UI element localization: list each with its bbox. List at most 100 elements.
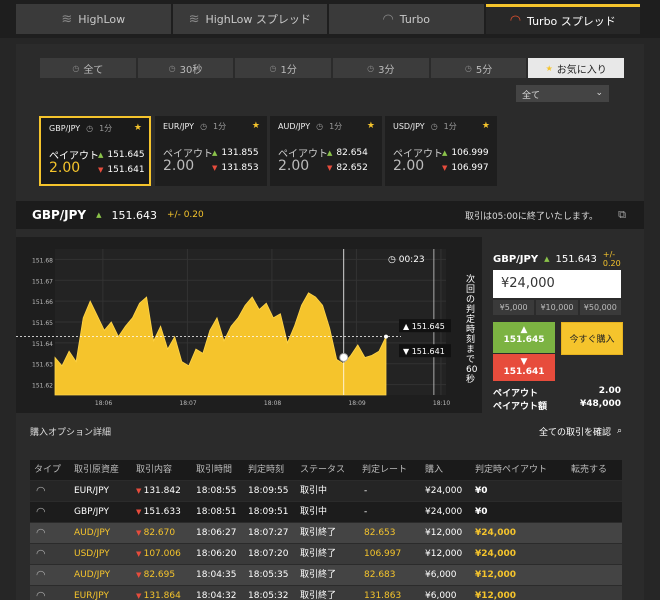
star-icon[interactable]: ★ (252, 121, 260, 131)
row-judge-time: 18:07:27 (248, 528, 289, 538)
clock-icon: ◷ (316, 122, 324, 131)
chevron-down-icon: ⌄ (595, 88, 603, 98)
price-chart[interactable]: 151.68 151.67 151.66 151.65 151.64 151.63 151.… (16, 237, 482, 413)
x-tick-label: 18:09 (348, 400, 365, 407)
card-down-price: ▼ 106.997 (442, 163, 489, 173)
row-asset: GBP/JPY (74, 507, 109, 517)
currency-card[interactable]: USD/JPY ◷ 1分 ★ ペイアウト 2.00 ▲ 106.999 ▼ 106.997 (385, 116, 497, 186)
filter-30s[interactable]: ◷ 30秒 (137, 58, 234, 78)
row-payout: ¥12,000 (475, 570, 516, 580)
search-icon: ⌕ (616, 426, 622, 436)
filter-all[interactable]: ◷ 全て (40, 58, 136, 78)
up-arrow-icon: ▲ (544, 255, 550, 263)
asset-select[interactable]: 全て ⌄ (516, 85, 609, 102)
card-time: 1分 (329, 122, 343, 131)
down-arrow-icon: ▼ (136, 508, 144, 516)
card-down-price: ▼ 82.652 (327, 163, 368, 173)
quick-amounts: ¥5,000 ¥10,000 ¥50,000 (493, 300, 621, 315)
star-icon[interactable]: ★ (134, 123, 142, 133)
card-pair: GBP/JPY (49, 124, 81, 133)
pair-info-bar: GBP/JPY ▲ 151.643 +/- 0.20 取引は05:00に終了いた… (16, 201, 644, 229)
currency-card[interactable]: EUR/JPY ◷ 1分 ★ ペイアウト 2.00 ▲ 131.855 ▼ 131.853 (155, 116, 267, 186)
row-status: 取引終了 (300, 549, 337, 559)
card-payout: 2.00 (163, 158, 195, 174)
row-status: 取引終了 (300, 570, 337, 580)
row-asset: AUD/JPY (74, 570, 111, 580)
quick-amount-10000[interactable]: ¥10,000 (536, 300, 578, 315)
row-time: 18:04:32 (196, 591, 237, 600)
table-row: ◠ USD/JPY ▼ 107.006 18:06:20 18:07:20 取引終了 106… (30, 544, 622, 564)
currency-card[interactable]: AUD/JPY ◷ 1分 ★ ペイアウト 2.00 ▲ 82.654 ▼ 82.652 (270, 116, 382, 186)
row-judge-time: 18:05:32 (248, 591, 289, 600)
card-time: 1分 (213, 122, 227, 131)
card-payout: 2.00 (49, 160, 81, 176)
gauge-icon: ◠ (36, 505, 46, 518)
row-asset: USD/JPY (74, 549, 110, 559)
low-button[interactable]: ▼ 151.641 (493, 354, 555, 381)
amount-input[interactable]: ¥24,000 (493, 270, 621, 298)
countdown-timer: ◷ 00:23 (388, 255, 425, 265)
row-rate: ▼ 151.633 (136, 507, 181, 517)
row-judge-rate: 131.863 (364, 591, 402, 600)
expand-icon[interactable]: ⧉ (618, 208, 626, 222)
row-judge-time: 18:09:51 (248, 507, 289, 517)
down-arrow-icon: ▼ (98, 166, 104, 174)
card-pair: EUR/JPY (163, 122, 195, 131)
table-row: ◠ EUR/JPY ▼ 131.864 18:04:32 18:05:32 取引終了 131… (30, 586, 622, 600)
gauge-icon: ◠ (36, 547, 46, 560)
row-purchase: ¥24,000 (425, 486, 463, 496)
tab-highlow-spread[interactable]: ≋ HighLow スプレッド (172, 4, 327, 34)
quick-amount-50000[interactable]: ¥50,000 (579, 300, 621, 315)
filter-favorites[interactable]: ★ お気に入り (528, 58, 625, 78)
down-arrow-icon: ▼ (136, 550, 144, 558)
buy-now-button[interactable]: 今すぐ購入 (561, 322, 623, 355)
star-icon[interactable]: ★ (482, 121, 490, 131)
view-all-trades-link[interactable]: 全ての取引を確認 ⌕ (539, 425, 622, 438)
star-icon[interactable]: ★ (367, 121, 375, 131)
row-judge-rate: - (364, 507, 368, 517)
clock-icon: ◷ (367, 63, 375, 73)
pair-price: 151.643 (111, 208, 158, 222)
down-arrow-icon: ▼ (520, 357, 528, 367)
card-pair: USD/JPY (393, 122, 425, 131)
quick-amount-5000[interactable]: ¥5,000 (493, 300, 535, 315)
entry-marker (339, 352, 349, 362)
row-time: 18:06:20 (196, 549, 237, 559)
turbo-gauge-icon: ◠ (382, 11, 394, 27)
tab-turbo-spread[interactable]: ◠ Turbo スプレッド (485, 4, 640, 34)
y-tick-label: 151.65 (32, 320, 53, 327)
tab-turbo[interactable]: ◠ Turbo (329, 4, 484, 34)
pair-change: +/- 0.20 (167, 210, 204, 220)
card-header: GBP/JPY ◷ 1分 (49, 123, 141, 134)
row-asset: AUD/JPY (74, 528, 111, 538)
tab-highlow[interactable]: ≋ HighLow (16, 4, 171, 34)
highlow-icon: ≋ (61, 11, 73, 27)
down-arrow-icon: ▼ (327, 164, 333, 172)
detail-title: 購入オプション詳細 (30, 427, 112, 438)
card-header: AUD/JPY ◷ 1分 (278, 121, 374, 132)
column-header: 判定時ペイアウト (475, 465, 548, 475)
filter-5m[interactable]: ◷ 5分 (430, 58, 527, 78)
row-purchase: ¥12,000 (425, 528, 463, 538)
x-tick-label: 18:07 (179, 400, 196, 407)
clock-icon: ◷ (200, 122, 208, 131)
clock-icon: ◷ (72, 63, 80, 73)
row-payout: ¥24,000 (475, 528, 516, 538)
row-judge-rate: - (364, 486, 368, 496)
filter-3m[interactable]: ◷ 3分 (333, 58, 429, 78)
card-payout: 2.00 (393, 158, 425, 174)
row-judge-time: 18:05:35 (248, 570, 289, 580)
high-button[interactable]: ▲ 151.645 (493, 322, 555, 353)
filter-1m[interactable]: ◷ 1分 (235, 58, 332, 78)
row-purchase: ¥12,000 (425, 549, 463, 559)
column-header: 転売する (571, 465, 608, 475)
card-up-price: ▲ 151.645 (98, 150, 145, 160)
up-arrow-icon: ▲ (327, 149, 333, 157)
row-asset: EUR/JPY (74, 591, 109, 600)
column-header: 取引原資産 (74, 465, 120, 475)
currency-card[interactable]: GBP/JPY ◷ 1分 ★ ペイアウト 2.00 ▲ 151.645 ▼ 151.641 (39, 116, 151, 186)
row-status: 取引終了 (300, 591, 337, 600)
column-header: 判定時刻 (248, 465, 285, 475)
row-rate: ▼ 107.006 (136, 549, 181, 559)
gauge-icon: ◠ (36, 589, 46, 600)
